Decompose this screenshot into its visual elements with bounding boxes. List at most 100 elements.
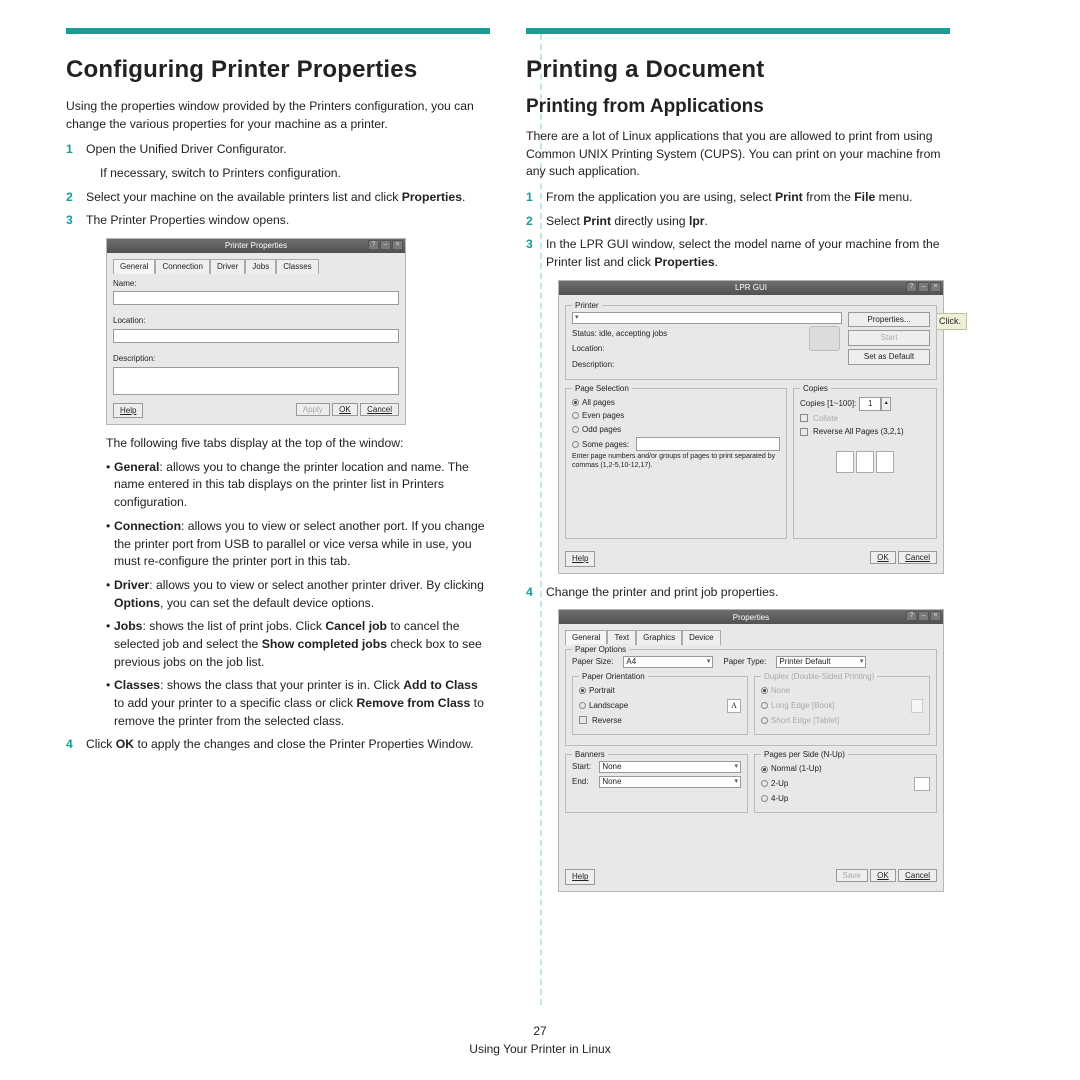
reverse-checkbox[interactable] <box>800 428 808 436</box>
set-default-button[interactable]: Set as Default <box>848 349 930 365</box>
tab-connection[interactable]: Connection <box>155 259 209 274</box>
description-input[interactable] <box>113 367 399 395</box>
help-button[interactable]: Help <box>565 551 595 567</box>
tab-jobs[interactable]: Jobs <box>245 259 276 274</box>
paper-type-select[interactable]: Printer Default <box>776 656 866 668</box>
radio-portrait[interactable] <box>579 687 586 694</box>
label-name: Name: <box>113 278 399 290</box>
minimize-icon[interactable]: – <box>380 240 391 250</box>
tab-row: General Connection Driver Jobs Classes <box>113 259 399 274</box>
some-pages-input[interactable] <box>636 437 780 451</box>
step-2: Select your machine on the available pri… <box>66 189 490 207</box>
cancel-button[interactable]: Cancel <box>898 869 937 882</box>
cancel-button[interactable]: Cancel <box>360 403 399 416</box>
help-icon[interactable]: ? <box>906 611 917 621</box>
right-column: Printing a Document Printing from Applic… <box>508 40 968 985</box>
tab-classes[interactable]: Classes <box>276 259 318 274</box>
nup-preview-icon <box>914 777 930 791</box>
paper-size-select[interactable]: A4 <box>623 656 713 668</box>
properties-button[interactable]: Properties... <box>848 312 930 328</box>
name-input[interactable] <box>113 291 399 305</box>
dialog-title: Printer Properties <box>225 240 287 252</box>
copies-input[interactable]: 1 <box>859 397 881 411</box>
figure-lpr-gui: Click. LPR GUI ?–× Printer Status: idle, <box>558 280 944 574</box>
tab-general[interactable]: General <box>565 630 607 645</box>
help-icon[interactable]: ? <box>906 282 917 292</box>
spin-arrows-icon[interactable]: ▴ <box>881 397 891 411</box>
status-text: Status: idle, accepting jobs <box>572 328 842 340</box>
cancel-button[interactable]: Cancel <box>898 551 937 564</box>
heading-printing: Printing a Document <box>526 56 950 84</box>
teal-rule <box>66 28 490 34</box>
left-column: Configuring Printer Properties Using the… <box>48 40 508 985</box>
tab-text[interactable]: Text <box>607 630 636 645</box>
duplex-preview-icon <box>911 699 923 713</box>
page-preview-icon <box>876 451 894 473</box>
tab-graphics[interactable]: Graphics <box>636 630 682 645</box>
figure-properties: Properties ?–× General Text Graphics Dev… <box>558 609 944 892</box>
ok-button[interactable]: OK <box>870 551 896 564</box>
page-preview-icon <box>856 451 874 473</box>
save-button[interactable]: Save <box>836 869 868 882</box>
tabs-bullets: General: allows you to change the printe… <box>106 459 490 731</box>
radio-2up[interactable] <box>761 780 768 787</box>
tabs-intro: The following five tabs display at the t… <box>106 435 490 453</box>
help-icon[interactable]: ? <box>368 240 379 250</box>
collate-checkbox[interactable] <box>800 414 808 422</box>
location-text: Location: <box>572 343 842 355</box>
start-button[interactable]: Start <box>848 330 930 346</box>
location-input[interactable] <box>113 329 399 343</box>
ok-button[interactable]: OK <box>332 403 358 416</box>
printer-icon <box>809 326 840 351</box>
help-button[interactable]: Help <box>565 869 595 885</box>
help-button[interactable]: Help <box>113 403 143 419</box>
close-icon[interactable]: × <box>930 611 941 621</box>
page-footer: 27 Using Your Printer in Linux <box>0 1024 1080 1056</box>
close-icon[interactable]: × <box>930 282 941 292</box>
tab-device[interactable]: Device <box>682 630 720 645</box>
steps-right: From the application you are using, sele… <box>526 189 950 892</box>
radio-some[interactable] <box>572 441 579 448</box>
minimize-icon[interactable]: – <box>918 282 929 292</box>
footer-title: Using Your Printer in Linux <box>0 1042 1080 1056</box>
radio-all[interactable] <box>572 399 579 406</box>
rstep-3: In the LPR GUI window, select the model … <box>526 236 950 573</box>
step-1-sub: If necessary, switch to Printers configu… <box>100 165 490 183</box>
banner-start-select[interactable]: None <box>599 761 741 773</box>
description-text: Description: <box>572 359 842 371</box>
radio-odd[interactable] <box>572 426 579 433</box>
click-callout: Click. <box>933 313 967 330</box>
banner-end-select[interactable]: None <box>599 776 741 788</box>
radio-4up[interactable] <box>761 795 768 802</box>
heading-configuring: Configuring Printer Properties <box>66 56 490 84</box>
rstep-1: From the application you are using, sele… <box>526 189 950 207</box>
step-1: Open the Unified Driver Configurator. If… <box>66 141 490 182</box>
teal-rule <box>526 28 950 34</box>
steps-left: Open the Unified Driver Configurator. If… <box>66 141 490 754</box>
radio-even[interactable] <box>572 412 579 419</box>
ok-button[interactable]: OK <box>870 869 896 882</box>
rstep-4: Change the printer and print job propert… <box>526 584 950 892</box>
radio-landscape[interactable] <box>579 702 586 709</box>
reverse-checkbox[interactable] <box>579 716 587 724</box>
figure-printer-properties: Printer Properties ?–× General Connectio… <box>106 238 406 425</box>
minimize-icon[interactable]: – <box>918 611 929 621</box>
label-location: Location: <box>113 315 399 327</box>
tab-driver[interactable]: Driver <box>210 259 245 274</box>
page-number: 27 <box>0 1024 1080 1038</box>
step-4: Click OK to apply the changes and close … <box>66 736 490 754</box>
dialog-title: Properties <box>733 612 769 624</box>
orientation-preview-icon: A <box>727 699 741 713</box>
tab-general[interactable]: General <box>113 259 155 274</box>
close-icon[interactable]: × <box>392 240 403 250</box>
step-3: The Printer Properties window opens. Pri… <box>66 212 490 730</box>
intro-right: There are a lot of Linux applications th… <box>526 128 950 181</box>
label-description: Description: <box>113 353 399 365</box>
dialog-title: LPR GUI <box>735 282 767 294</box>
page-preview-icon <box>836 451 854 473</box>
printer-select[interactable] <box>572 312 842 324</box>
intro-left: Using the properties window provided by … <box>66 98 490 133</box>
pages-note: Enter page numbers and/or groups of page… <box>572 453 780 470</box>
radio-1up[interactable] <box>761 766 768 773</box>
apply-button[interactable]: Apply <box>296 403 330 416</box>
